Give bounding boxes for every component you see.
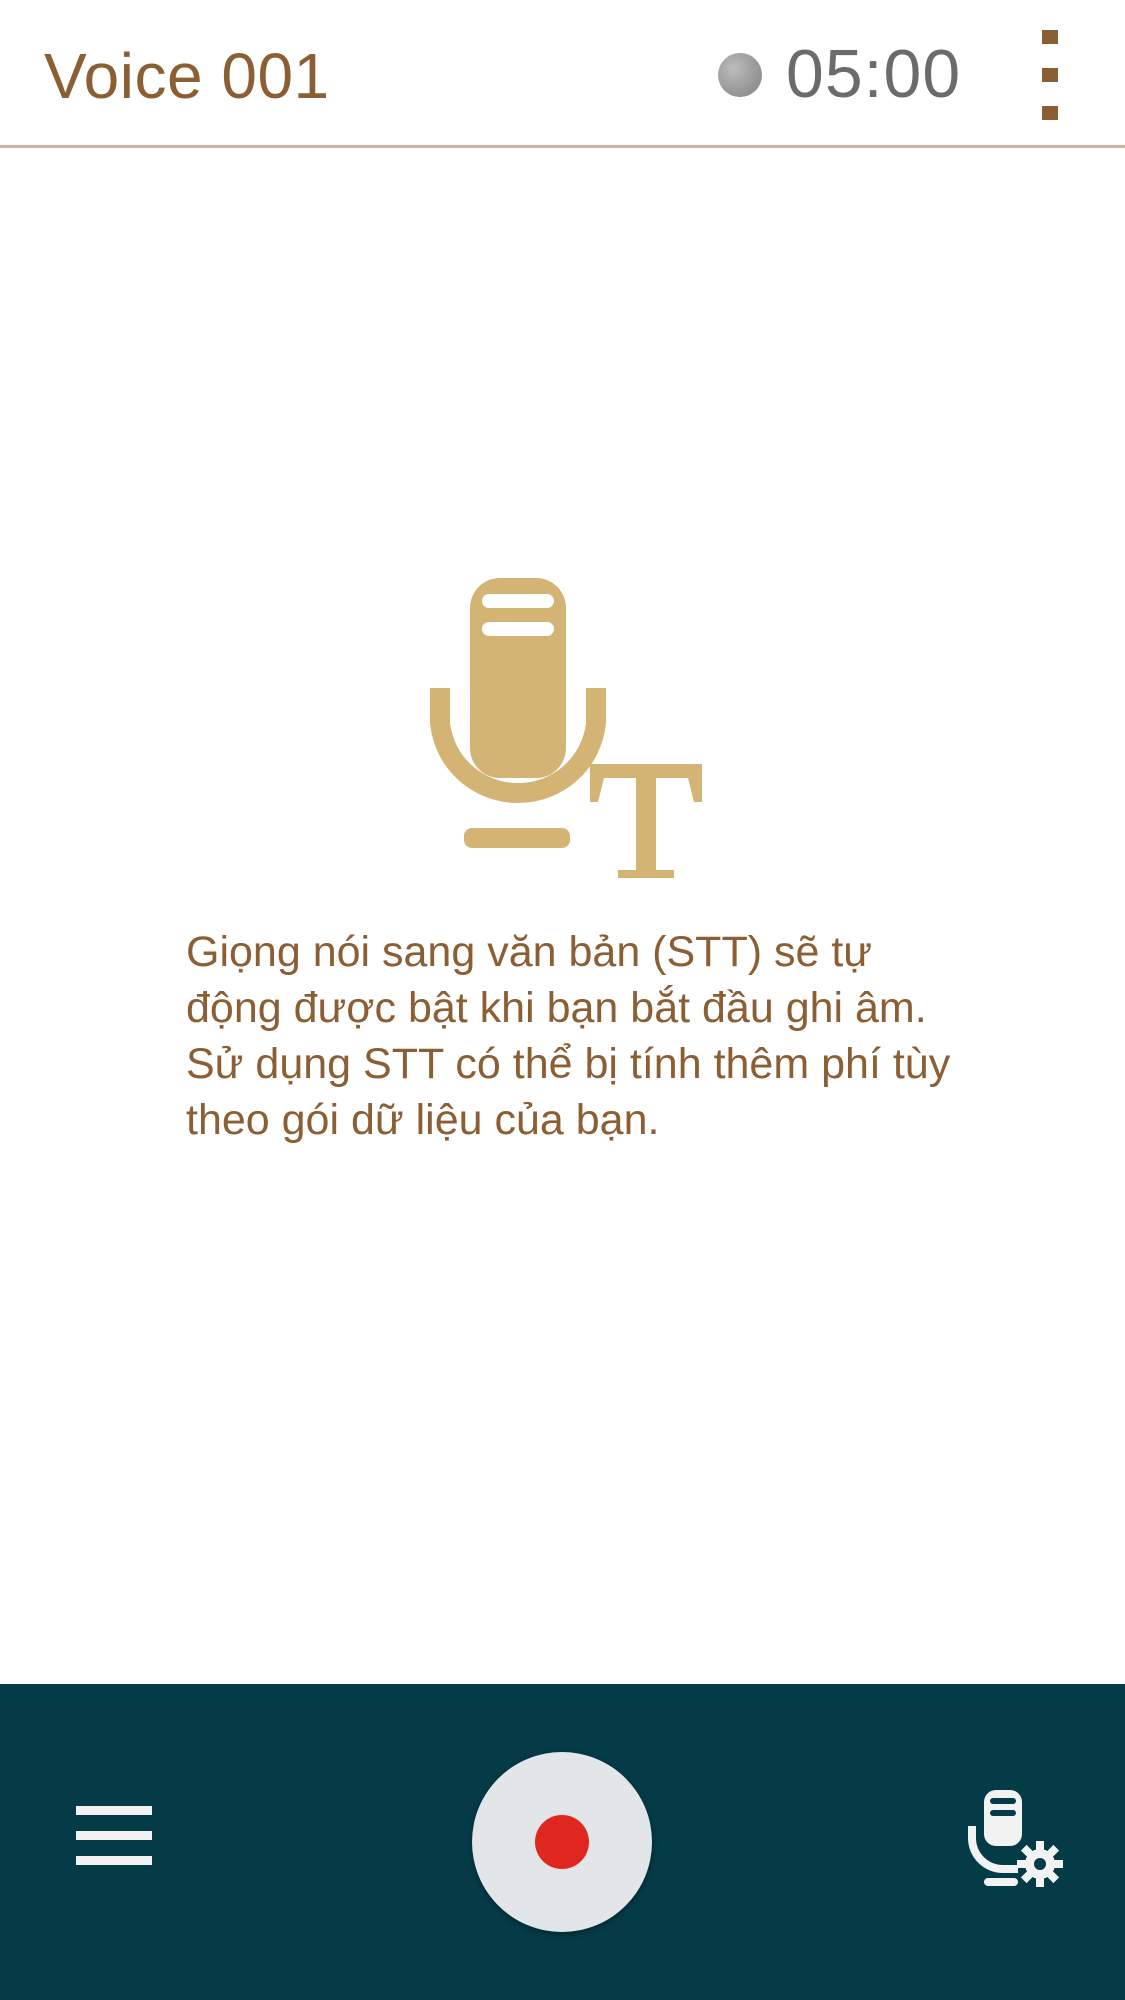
recording-status-dot <box>718 53 762 97</box>
record-button[interactable] <box>472 1752 652 1932</box>
speech-to-text-icon <box>430 578 702 878</box>
more-vert-icon-dot <box>1042 106 1058 120</box>
bottom-toolbar <box>0 1684 1125 2000</box>
more-vert-icon <box>1042 30 1058 44</box>
main-content: Giọng nói sang văn bản (STT) sẽ tự động … <box>0 148 1125 1684</box>
stt-info-message: Giọng nói sang văn bản (STT) sẽ tự động … <box>186 928 951 1144</box>
menu-button[interactable] <box>72 1802 158 1872</box>
more-vert-icon-dot <box>1042 68 1058 82</box>
app-header: Voice 001 05:00 <box>0 0 1125 148</box>
more-options-button[interactable] <box>1026 30 1074 120</box>
record-icon <box>535 1815 589 1869</box>
recording-timer: 05:00 <box>786 36 962 112</box>
recording-title[interactable]: Voice 001 <box>44 36 330 116</box>
stt-settings-button[interactable] <box>960 1784 1070 1894</box>
stt-settings-icon <box>968 1790 1063 1887</box>
